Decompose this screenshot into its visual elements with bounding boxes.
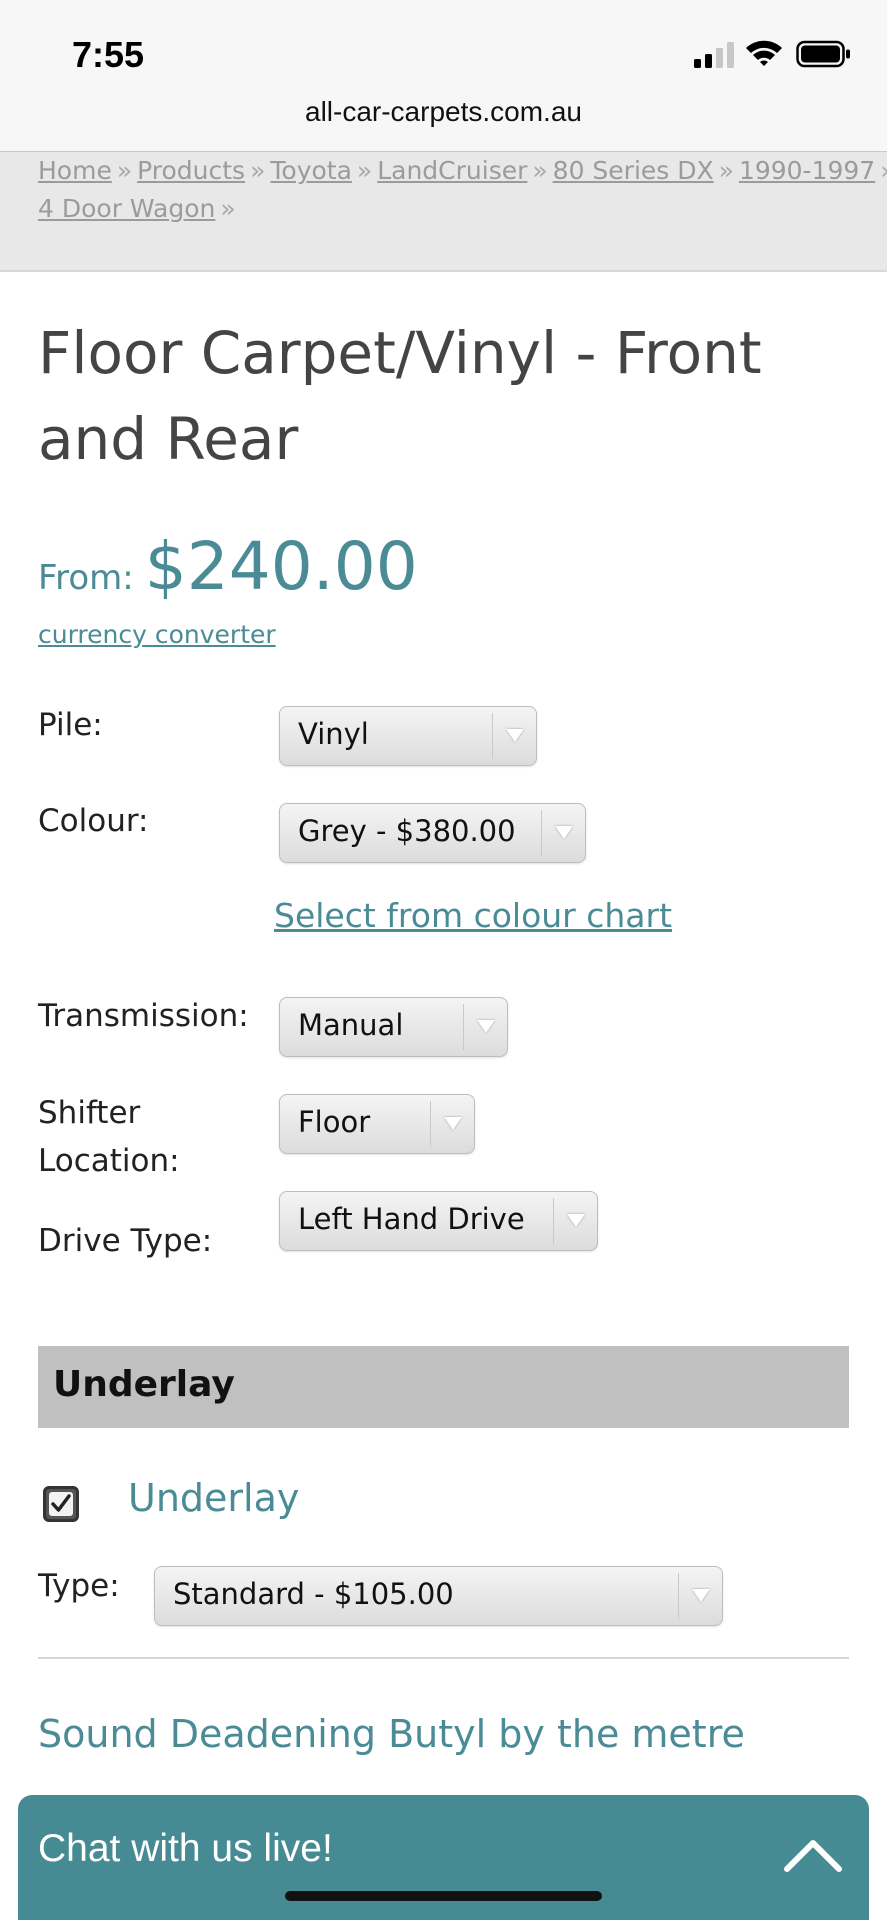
breadcrumb-landcruiser[interactable]: LandCruiser — [377, 156, 527, 185]
shifter-location-label: Shifter Location: — [38, 1089, 180, 1185]
colour-chart-link[interactable]: Select from colour chart — [274, 896, 672, 935]
pile-select[interactable]: Vinyl — [279, 706, 537, 766]
breadcrumb-4-door-wagon[interactable]: 4 Door Wagon — [38, 194, 215, 223]
chevron-down-icon — [492, 713, 536, 759]
battery-icon — [796, 40, 852, 68]
drive-type-label: Drive Type: — [38, 1223, 213, 1259]
underlay-section-title: Underlay — [53, 1364, 235, 1405]
shifter-label-line1: Shifter — [38, 1095, 141, 1131]
divider — [38, 1657, 849, 1659]
transmission-select[interactable]: Manual — [279, 997, 508, 1057]
shifter-select-value: Floor — [298, 1105, 371, 1139]
breadcrumb: Home» Products» Toyota» LandCruiser» 80 Seri… — [0, 152, 887, 272]
underlay-type-value: Standard - $105.00 — [173, 1577, 454, 1611]
colour-select[interactable]: Grey - $380.00 — [279, 803, 586, 863]
underlay-type-select[interactable]: Standard - $105.00 — [154, 1566, 723, 1626]
chevron-down-icon — [553, 1198, 597, 1244]
breadcrumb-separator: » — [116, 156, 133, 185]
breadcrumb-separator: » — [250, 156, 266, 185]
url-text[interactable]: all-car-carpets.com.au — [305, 96, 582, 128]
live-chat-bar[interactable]: Chat with us live! — [18, 1795, 869, 1920]
breadcrumb-home[interactable]: Home — [38, 156, 112, 185]
breadcrumb-separator: » — [532, 156, 548, 185]
chevron-up-icon[interactable] — [783, 1835, 843, 1875]
shifter-location-select[interactable]: Floor — [279, 1094, 475, 1154]
drive-type-select-value: Left Hand Drive — [298, 1202, 525, 1236]
underlay-type-label: Type: — [38, 1568, 120, 1604]
breadcrumb-separator: » — [220, 194, 236, 223]
status-time: 7:55 — [72, 34, 145, 75]
breadcrumb-separator: » — [718, 156, 734, 185]
shifter-label-line2: Location: — [38, 1143, 180, 1179]
home-indicator[interactable] — [285, 1891, 602, 1901]
colour-label: Colour: — [38, 803, 149, 839]
status-bar: 7:55 — [0, 0, 887, 100]
breadcrumb-products[interactable]: Products — [137, 156, 245, 185]
colour-select-value: Grey - $380.00 — [298, 814, 516, 848]
transmission-select-value: Manual — [298, 1008, 404, 1042]
drive-type-select[interactable]: Left Hand Drive — [279, 1191, 598, 1251]
pile-label: Pile: — [38, 707, 103, 743]
underlay-section-header: Underlay — [38, 1346, 849, 1428]
checkmark-icon — [49, 1492, 73, 1516]
underlay-option-label[interactable]: Underlay — [128, 1476, 299, 1520]
chevron-down-icon — [678, 1573, 722, 1619]
breadcrumb-toyota[interactable]: Toyota — [270, 156, 352, 185]
wifi-icon — [744, 38, 784, 68]
breadcrumb-line: Home» Products» Toyota» LandCruiser» 80 Seri… — [38, 152, 887, 190]
underlay-checkbox[interactable] — [43, 1486, 79, 1522]
transmission-label: Transmission: — [38, 998, 249, 1034]
currency-converter-link[interactable]: currency converter — [38, 620, 276, 649]
chat-label: Chat with us live! — [38, 1827, 333, 1870]
breadcrumb-1990-1997[interactable]: 1990-1997 — [739, 156, 875, 185]
breadcrumb-line: 4 Door Wagon» — [38, 190, 857, 228]
breadcrumb-80-series-dx[interactable]: 80 Series DX — [553, 156, 714, 185]
cellular-signal-icon — [694, 40, 736, 68]
breadcrumb-separator: » — [880, 156, 887, 185]
sound-deadening-link[interactable]: Sound Deadening Butyl by the metre — [38, 1712, 745, 1756]
price-label: From: — [38, 558, 134, 598]
pile-select-value: Vinyl — [298, 717, 369, 751]
url-bar[interactable]: all-car-carpets.com.au — [0, 88, 887, 152]
breadcrumb-separator: » — [356, 156, 373, 185]
chevron-down-icon — [463, 1004, 507, 1050]
chevron-down-icon — [541, 810, 585, 856]
price-value: $240.00 — [144, 528, 418, 605]
chevron-down-icon — [430, 1101, 474, 1147]
product-title: Floor Carpet/Vinyl - Front and Rear — [38, 319, 762, 473]
price-row: From: $240.00 — [38, 528, 418, 605]
